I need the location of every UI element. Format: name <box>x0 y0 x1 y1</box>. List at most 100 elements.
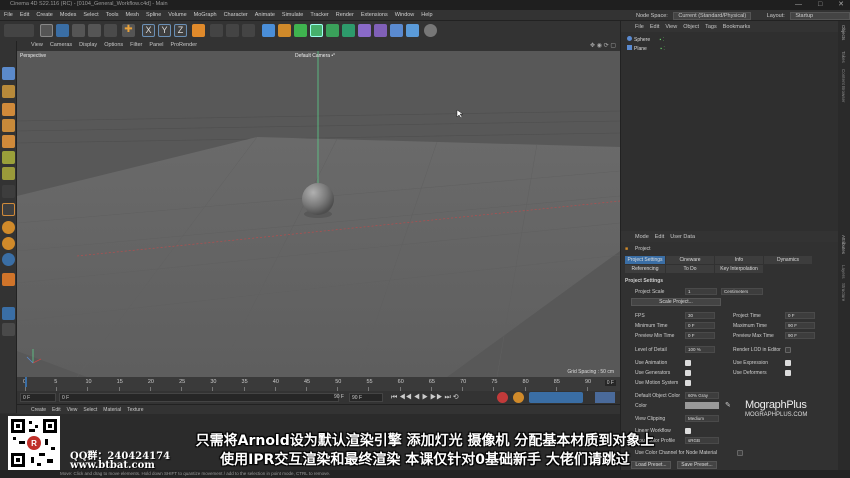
tab-project-settings[interactable]: Project Settings <box>625 256 665 264</box>
floor-icon[interactable] <box>374 24 387 37</box>
tab-key-interpolation[interactable]: Key Interpolation <box>715 265 763 273</box>
tab-info[interactable]: Info <box>715 256 763 264</box>
dock-tab-layers[interactable]: Layers <box>841 265 846 279</box>
keyframe-tools-icon[interactable] <box>529 392 583 403</box>
fps-field[interactable]: 30 <box>685 312 715 319</box>
viewport-menu-panel[interactable]: Panel <box>149 42 163 48</box>
use-generators-checkbox[interactable] <box>685 370 691 376</box>
material-menu-view[interactable]: View <box>67 407 78 413</box>
scale-project-button[interactable]: Scale Project... <box>631 298 721 306</box>
tab-dynamics[interactable]: Dynamics <box>764 256 812 264</box>
close-button[interactable]: ✕ <box>838 1 844 8</box>
material-menu-select[interactable]: Select <box>83 407 97 413</box>
menu-extensions[interactable]: Extensions <box>361 12 388 18</box>
menu-render[interactable]: Render <box>336 12 354 18</box>
view-clipping-dropdown[interactable]: Medium <box>685 415 719 422</box>
use-expression-checkbox[interactable] <box>785 360 791 366</box>
menu-tools[interactable]: Tools <box>106 12 119 18</box>
preview-min-field[interactable]: 0 F <box>685 332 715 339</box>
menu-character[interactable]: Character <box>224 12 248 18</box>
material-menu-material[interactable]: Material <box>103 407 121 413</box>
object-row-sphere[interactable]: Sphere ▪ ⁚ <box>627 36 664 44</box>
points-mode-icon[interactable] <box>2 103 15 116</box>
menu-select[interactable]: Select <box>83 12 98 18</box>
live-select-icon[interactable] <box>40 24 53 37</box>
viewport-menu-display[interactable]: Display <box>79 42 97 48</box>
menu-mograph[interactable]: MoGraph <box>194 12 217 18</box>
material-menu-create[interactable]: Create <box>31 407 46 413</box>
polygons-mode-icon[interactable] <box>2 135 15 148</box>
object-menu-edit[interactable]: Edit <box>650 24 659 30</box>
render-view-icon[interactable] <box>210 24 223 37</box>
light-icon[interactable] <box>406 24 419 37</box>
project-time-field[interactable]: 0 F <box>785 312 815 319</box>
edges-mode-icon[interactable] <box>2 119 15 132</box>
3d-viewport[interactable]: Perspective Default Camera •° Grid Spaci… <box>17 51 620 377</box>
playhead[interactable] <box>25 377 27 387</box>
max-time-field[interactable]: 90 F <box>785 322 815 329</box>
render-lod-checkbox[interactable] <box>785 347 791 353</box>
menu-simulate[interactable]: Simulate <box>282 12 303 18</box>
use-deformers-checkbox[interactable] <box>785 370 791 376</box>
tab-todo[interactable]: To Do <box>666 265 714 273</box>
playback-controls[interactable]: ⏮ ◀◀ ◀ ▶ ▶▶ ⏭ ⟲ <box>391 393 459 402</box>
visibility-dots-icon[interactable]: ▪ ⁚ <box>660 37 665 43</box>
tab-referencing[interactable]: Referencing <box>625 265 665 273</box>
project-scale-unit-dropdown[interactable]: Centimeters <box>721 288 763 295</box>
menu-animate[interactable]: Animate <box>255 12 275 18</box>
array-icon[interactable] <box>326 24 339 37</box>
render-picture-viewer-icon[interactable] <box>226 24 239 37</box>
snap-icon[interactable] <box>2 167 15 180</box>
menu-create[interactable]: Create <box>36 12 53 18</box>
undo-redo-icon[interactable] <box>4 24 34 37</box>
coordinate-system-icon[interactable] <box>192 24 205 37</box>
visibility-dots-icon[interactable]: ▪ ⁚ <box>660 46 665 52</box>
dock-tab-content-browser[interactable]: Content Browser <box>841 69 846 103</box>
dock-tab-attributes[interactable]: Attributes <box>841 235 846 254</box>
locked-workplane-icon[interactable] <box>2 185 15 198</box>
use-animation-checkbox[interactable] <box>685 360 691 366</box>
eyedropper-icon[interactable]: ✎ <box>725 401 731 409</box>
color-swatch[interactable] <box>685 402 719 409</box>
render-settings-icon[interactable] <box>242 24 255 37</box>
layer-tool-icon[interactable] <box>2 323 15 336</box>
material-menu-edit[interactable]: Edit <box>52 407 61 413</box>
rotate-icon[interactable] <box>88 24 101 37</box>
use-motion-checkbox[interactable] <box>685 380 691 386</box>
object-menu-file[interactable]: File <box>635 24 644 30</box>
menu-spline[interactable]: Spline <box>146 12 161 18</box>
dock-tab-takes[interactable]: Takes <box>841 51 846 63</box>
object-menu-tags[interactable]: Tags <box>705 24 717 30</box>
transform-icon[interactable]: ✚ <box>122 24 135 37</box>
s-tool-icon-1[interactable] <box>2 221 15 234</box>
viewport-menu-view[interactable]: View <box>31 42 43 48</box>
scale-icon[interactable] <box>72 24 85 37</box>
x-axis-icon[interactable]: X <box>142 24 155 37</box>
viewport-menu-prorender[interactable]: ProRender <box>170 42 197 48</box>
mograph-icon[interactable] <box>342 24 355 37</box>
subdivision-icon[interactable] <box>294 24 307 37</box>
light-bulb-icon[interactable] <box>424 24 437 37</box>
default-color-dropdown[interactable]: 60% Gray <box>685 392 719 399</box>
tab-cineware[interactable]: Cineware <box>666 256 714 264</box>
node-space-dropdown[interactable]: Current (Standard/Physical) <box>673 12 752 20</box>
preview-max-field[interactable]: 90 F <box>785 332 815 339</box>
current-frame-field[interactable]: 0 F <box>604 380 616 386</box>
move-icon[interactable] <box>56 24 69 37</box>
texture-mode-icon[interactable] <box>2 85 15 98</box>
viewport-menu-filter[interactable]: Filter <box>130 42 142 48</box>
menu-volume[interactable]: Volume <box>168 12 186 18</box>
lod-field[interactable]: 100 % <box>685 346 715 353</box>
menu-window[interactable]: Window <box>395 12 415 18</box>
grid-tool-icon[interactable] <box>2 307 15 320</box>
menu-modes[interactable]: Modes <box>60 12 77 18</box>
model-mode-icon[interactable] <box>2 67 15 80</box>
recent-tools-icon[interactable] <box>104 24 117 37</box>
timeline-ruler[interactable]: 051015202530354045505560657075808590 0 F <box>17 377 620 391</box>
project-scale-field[interactable]: 1 <box>685 288 717 295</box>
viewport-nav-icons[interactable]: ✥ ◉ ⟳ ▢ <box>590 42 616 49</box>
start-frame-field[interactable]: 0 F <box>20 393 56 402</box>
z-axis-icon[interactable]: Z <box>174 24 187 37</box>
viewport-camera-label[interactable]: Default Camera •° <box>295 53 335 59</box>
viewport-menu-cameras[interactable]: Cameras <box>50 42 72 48</box>
